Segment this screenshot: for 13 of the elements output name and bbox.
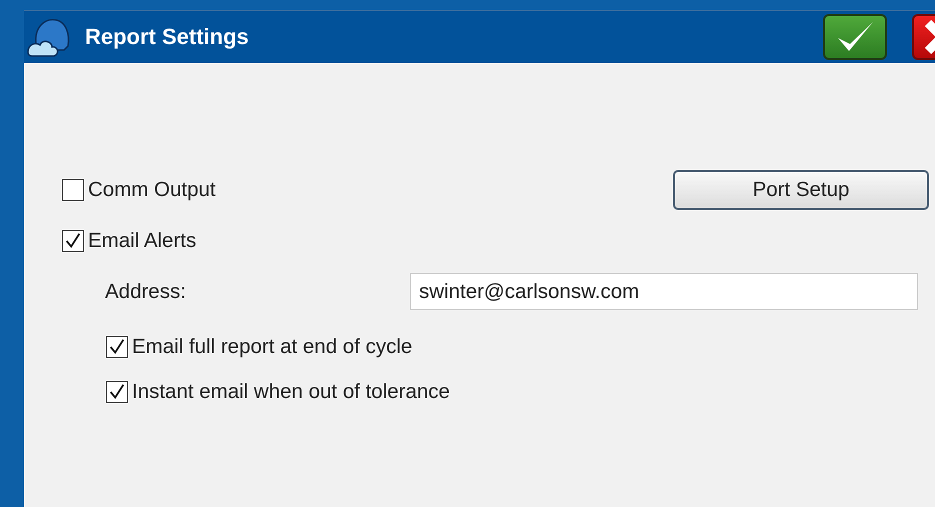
port-setup-button[interactable]: Port Setup — [673, 170, 929, 210]
ok-button[interactable] — [823, 14, 887, 60]
checkbox-label[interactable]: Instant email when out of tolerance — [132, 380, 450, 404]
address-field[interactable]: swinter@carlsonsw.com — [410, 273, 918, 310]
checkbox[interactable] — [62, 230, 84, 252]
checkbox[interactable] — [106, 381, 128, 403]
checkbox-label[interactable]: Email full report at end of cycle — [132, 335, 412, 359]
checkbox-label[interactable]: Comm Output — [88, 178, 216, 202]
address-label: Address: — [105, 280, 187, 304]
window-title: Report Settings — [85, 24, 250, 50]
checkbox[interactable] — [106, 336, 128, 358]
checkbox[interactable] — [62, 179, 84, 201]
checkbox-label[interactable]: Email Alerts — [88, 229, 196, 253]
